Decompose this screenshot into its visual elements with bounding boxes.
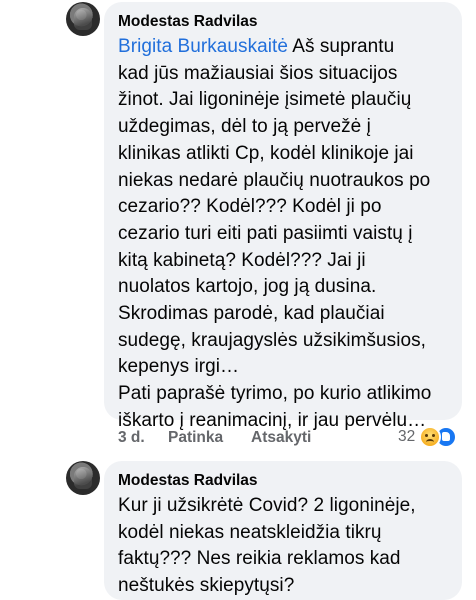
comment-line: sudegę, kraujagyslės užsikimšusios, bbox=[118, 329, 426, 351]
comment-line: cezario?? Kodėl??? Kodėl ji po bbox=[118, 196, 382, 218]
comment-line: nuolatos kartojo, jog ją dusina. bbox=[118, 276, 377, 298]
comment-line: Pati paprašė tyrimo, po kurio atlikimo bbox=[118, 383, 432, 405]
comment-line: iškarto į reanimacinį, ir jau pervėlu… bbox=[118, 409, 427, 431]
comment-line: faktų??? Nes reikia reklamos kad bbox=[118, 548, 401, 570]
comment-line: cezario turi eiti pati pasiimti vaistų į bbox=[118, 222, 413, 244]
reaction-count: 32 bbox=[398, 428, 416, 445]
comment-line: kad jūs mažiausiai šios situacijos bbox=[118, 62, 398, 84]
comment-line: uždegimas, dėl to ją pervežė į bbox=[118, 116, 371, 138]
comment-line: niekas nedarė plaučių nuotraukos po bbox=[118, 169, 431, 191]
comment-bubble: Modestas Radvilas Kur ji užsikrėtė Covid… bbox=[104, 461, 462, 600]
reply-button[interactable]: Atsakyti bbox=[251, 429, 311, 447]
comment-text: Kur ji užsikrėtė Covid? 2 ligoninėje, ko… bbox=[118, 493, 450, 600]
comment-author[interactable]: Modestas Radvilas bbox=[118, 471, 450, 491]
comment-line: kepenys irgi… bbox=[118, 356, 240, 378]
comment-line: neštukės skiepytųsi? bbox=[118, 575, 295, 597]
mention-link[interactable]: Brigita Burkauskaitė bbox=[118, 36, 288, 57]
comment-line: žinot. Jai ligoninėje įsimetė plaučių bbox=[118, 89, 412, 111]
comment-timestamp[interactable]: 3 d. bbox=[118, 429, 145, 447]
comment-text: Brigita Burkauskaitė Aš suprantu kad jūs… bbox=[118, 34, 450, 435]
comment-bubble: Modestas Radvilas Brigita Burkauskaitė A… bbox=[104, 2, 462, 431]
avatar[interactable] bbox=[66, 2, 100, 36]
avatar[interactable] bbox=[66, 461, 100, 495]
comment-line: Skrodimas parodė, kad plaučiai bbox=[118, 303, 385, 325]
comment-line: klinikas atlikti Cp, kodėl klinikoje jai bbox=[118, 142, 414, 164]
reaction-summary[interactable]: 32 bbox=[398, 426, 458, 448]
comment-line: kitą kabinetą? Kodėl??? Jai ji bbox=[118, 249, 366, 271]
comment-line: Kur ji užsikrėtė Covid? 2 ligoninėje, bbox=[118, 495, 416, 516]
avatar-photo bbox=[74, 467, 92, 489]
comment-line: kodėl niekas neatskleidžia tikrų bbox=[118, 521, 382, 543]
comment-author[interactable]: Modestas Radvilas bbox=[118, 12, 450, 32]
comment-line: Aš suprantu bbox=[287, 36, 395, 57]
avatar-photo bbox=[74, 8, 92, 30]
like-button[interactable]: Patinka bbox=[168, 429, 223, 447]
